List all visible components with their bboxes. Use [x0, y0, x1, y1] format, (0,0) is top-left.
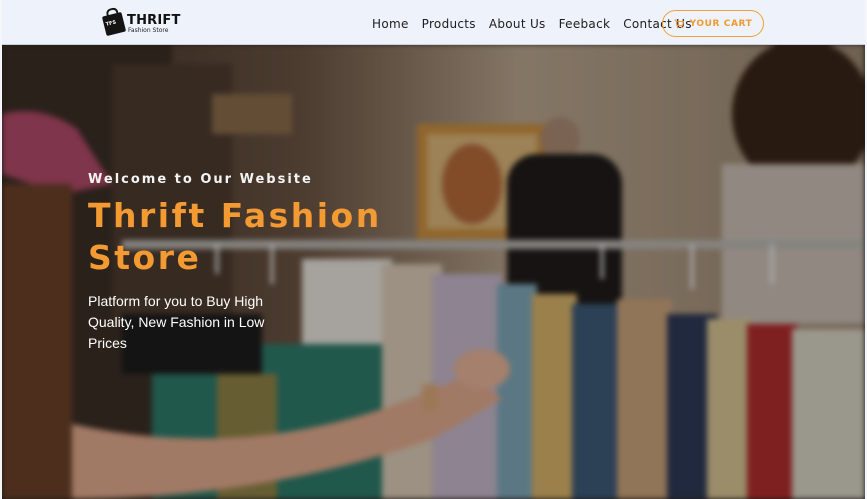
page-frame: TFS THRIFT Fashion Store Home Products A… — [2, 0, 865, 499]
nav-feedback[interactable]: Feeback — [559, 17, 611, 31]
brand-logo[interactable]: TFS THRIFT Fashion Store — [101, 10, 182, 37]
cart-label: YOUR CART — [689, 18, 753, 29]
hero-welcome: Welcome to Our Website — [88, 172, 313, 187]
nav-home[interactable]: Home — [372, 17, 409, 31]
hero-title-line2: Store — [88, 238, 202, 277]
hero-title-line1: Thrift Fashion — [88, 196, 382, 235]
shopping-bag-icon: TFS — [101, 11, 127, 37]
main-nav: Home Products About Us Feeback Contact U… — [372, 17, 692, 31]
hero-section: Welcome to Our Website Thrift Fashion St… — [2, 44, 865, 499]
your-cart-button[interactable]: YOUR CART — [662, 10, 764, 37]
brand-title: THRIFT — [127, 13, 181, 28]
cart-icon — [674, 18, 684, 28]
hero-text: Welcome to Our Website Thrift Fashion St… — [88, 172, 398, 354]
logo-bag-text: TFS — [105, 19, 117, 28]
navbar: TFS THRIFT Fashion Store Home Products A… — [2, 0, 865, 45]
nav-products[interactable]: Products — [422, 17, 476, 31]
hero-description: Platform for you to Buy High Quality, Ne… — [88, 293, 265, 351]
nav-about-us[interactable]: About Us — [489, 17, 546, 31]
hero-title: Thrift Fashion Store — [88, 195, 398, 279]
brand-subtitle: Fashion Store — [128, 27, 169, 34]
